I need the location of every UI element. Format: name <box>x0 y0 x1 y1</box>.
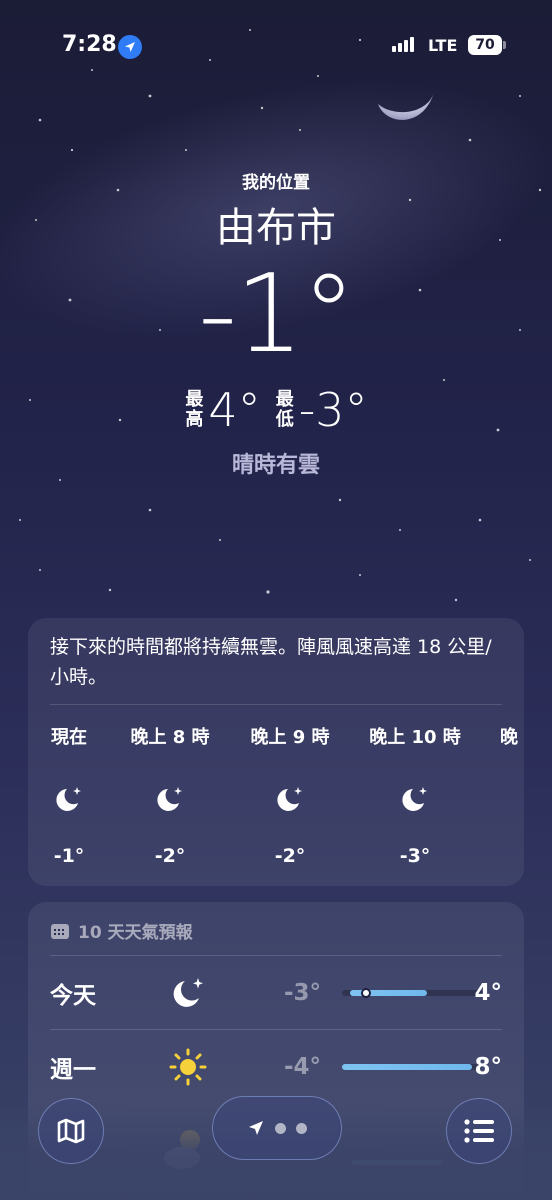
low-temperature: -3° <box>298 383 368 437</box>
low-group: 最低 -3° <box>275 383 368 437</box>
hourly-forecast-card[interactable]: 接下來的時間都將持續無雲。陣風風速高達 18 公里/小時。 現在 -1° 晚上 … <box>28 618 524 886</box>
calendar-icon <box>51 923 69 939</box>
forecast-day: 週一 <box>50 1056 96 1083</box>
forecast-header: 10 天天氣預報 <box>28 902 524 955</box>
high-group: 最高 4° <box>184 383 260 437</box>
status-time: 7:28 <box>62 32 117 57</box>
temperature-range-bar <box>342 987 482 998</box>
cellular-signal-icon <box>392 37 414 52</box>
hour-temperature: -2° <box>274 845 306 867</box>
current-temperature: -1° <box>198 252 356 377</box>
moon-stars-icon <box>402 787 427 811</box>
hourly-list[interactable]: 現在 -1° 晚上 8 時 -2° 晚上 9 時 -2° 晚上 10 時 -3°… <box>28 723 524 867</box>
battery-icon: 70 <box>468 35 502 55</box>
temperature-range-fill <box>342 1063 473 1070</box>
map-button[interactable] <box>38 1098 104 1164</box>
forecast-low: -4° <box>284 1053 322 1080</box>
location-pager[interactable] <box>212 1096 342 1160</box>
city-name: 由布市 <box>216 205 336 251</box>
moon-stars-icon <box>277 787 302 811</box>
forecast-header-label: 10 天天氣預報 <box>78 923 193 943</box>
forecast-row[interactable]: 今天 -3° 4° <box>50 955 502 1029</box>
temperature-range-bar <box>342 1063 482 1070</box>
hour-item: 晚上 10 時 -3° <box>368 723 462 867</box>
moon-illustration <box>378 92 434 120</box>
high-label: 最高 <box>185 389 204 430</box>
divider <box>50 704 502 705</box>
current-weather: 我的位置 由布市 -1° 最高 4° 最低 -3° 晴時有雲 <box>0 160 552 479</box>
hourly-summary: 接下來的時間都將持續無雲。陣風風速高達 18 公里/小時。 <box>50 636 492 688</box>
forecast-low: -3° <box>284 979 322 1006</box>
moon-stars-icon <box>173 977 203 1007</box>
location-services-icon <box>118 35 142 59</box>
low-label: 最低 <box>275 389 294 430</box>
high-temperature: 4° <box>208 383 261 437</box>
my-location-label: 我的位置 <box>242 173 310 193</box>
sun-icon <box>169 1048 207 1085</box>
forecast-row[interactable]: 週一 -4° 8° <box>50 1029 502 1103</box>
hour-item: 晚上 8 時 -2° <box>128 723 212 867</box>
forecast-day: 今天 <box>50 982 96 1009</box>
hour-item: 晚上 9 時 -2° <box>248 723 332 867</box>
current-temperature-marker <box>360 987 371 998</box>
battery-tip <box>503 41 506 49</box>
map-icon <box>57 1118 85 1144</box>
hour-item: 晚 <box>500 723 524 867</box>
status-bar: 7:28 LTE 70 <box>0 0 552 90</box>
hour-label: 晚上 10 時 <box>369 727 461 748</box>
list-icon <box>464 1119 494 1143</box>
hour-temperature: -3° <box>399 845 431 867</box>
location-arrow-icon[interactable] <box>247 1119 265 1137</box>
hour-label: 現在 <box>51 727 87 748</box>
hour-label: 晚上 9 時 <box>250 727 330 748</box>
forecast-high: 4° <box>474 979 502 1006</box>
page-dot[interactable] <box>275 1122 286 1134</box>
hour-label: 晚上 8 時 <box>130 727 210 748</box>
moon-stars-icon <box>56 787 81 811</box>
city-list-button[interactable] <box>446 1098 512 1164</box>
hour-item: 現在 -1° <box>50 723 88 867</box>
forecast-high: 8° <box>474 1053 502 1080</box>
moon-stars-icon <box>157 787 182 811</box>
hour-temperature: -1° <box>53 845 85 867</box>
network-type: LTE <box>428 36 458 55</box>
high-low: 最高 4° 最低 -3° <box>0 383 552 437</box>
hour-label: 晚 <box>500 727 518 748</box>
weather-condition: 晴時有雲 <box>231 453 320 478</box>
hour-temperature: -2° <box>154 845 186 867</box>
page-dot[interactable] <box>296 1122 307 1134</box>
